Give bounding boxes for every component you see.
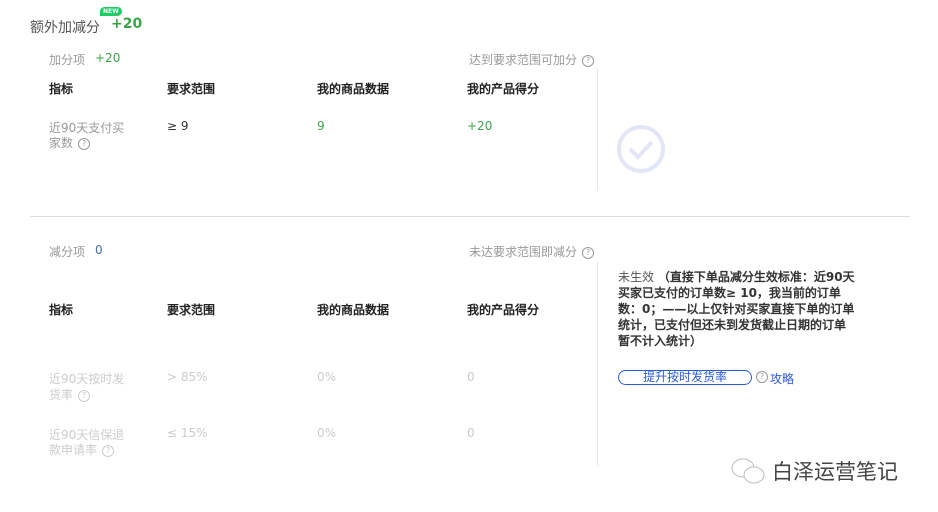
metric-line2: 款申请率? [49,441,115,458]
add-score: +20 [95,51,121,65]
help-icon[interactable]: ? [78,389,91,402]
metric: 近90天按时发 [49,372,125,386]
col-data: 我的商品数据 [317,82,390,96]
col-metric: 指标 [49,303,74,317]
col-data: 我的商品数据 [317,303,390,317]
col-score: 我的产品得分 [467,303,540,317]
add-hint[interactable]: 达到要求范围可加分? [469,51,595,68]
add-hint-text: 达到要求范围可加分 [469,53,578,67]
section-title: 额外加减分 [30,20,100,36]
metric-line2: 家数? [49,134,91,151]
improve-shipping-button[interactable]: 提升按时发货率 [618,370,752,385]
col-range: 要求范围 [167,303,216,317]
sub-score: 0 [95,243,103,257]
divider [597,68,598,190]
watermark: 白泽运营笔记 [772,460,898,484]
status-text: 未生效 [618,270,655,284]
range: > 85% [167,370,208,384]
new-badge: NEW [100,7,122,16]
total-score: +20 [111,16,143,32]
my-data: 0% [317,370,337,384]
range: ≤ 15% [167,426,208,440]
range: ≥ 9 [167,119,189,133]
help-icon[interactable]: ? [752,369,768,383]
section-divider [30,216,910,217]
help-icon[interactable]: ? [102,444,115,457]
status-note: 未生效 （直接下单品减分生效标准：近90天 买家已支付的订单数≥ 10，我当前的… [618,270,855,348]
my-data: 9 [317,119,325,133]
help-icon[interactable]: ? [78,137,91,150]
my-score: 0 [467,426,475,440]
sub-hint-text: 未达要求范围即减分 [469,245,578,259]
check-circle-icon [617,125,665,173]
help-icon[interactable]: ? [582,246,595,259]
my-score: 0 [467,370,475,384]
guide-link[interactable]: 攻略 [770,370,794,387]
my-data: 0% [317,426,337,440]
help-icon[interactable]: ? [582,54,595,67]
wechat-icon [731,458,765,484]
col-score: 我的产品得分 [467,82,540,96]
col-metric: 指标 [49,82,74,96]
metric-line2: 货率? [49,386,91,403]
sub-label: 减分项 [49,245,86,259]
col-range: 要求范围 [167,82,216,96]
sub-hint[interactable]: 未达要求范围即减分? [469,243,595,260]
my-score: +20 [467,119,493,133]
divider [597,262,598,466]
add-label: 加分项 [49,53,86,67]
